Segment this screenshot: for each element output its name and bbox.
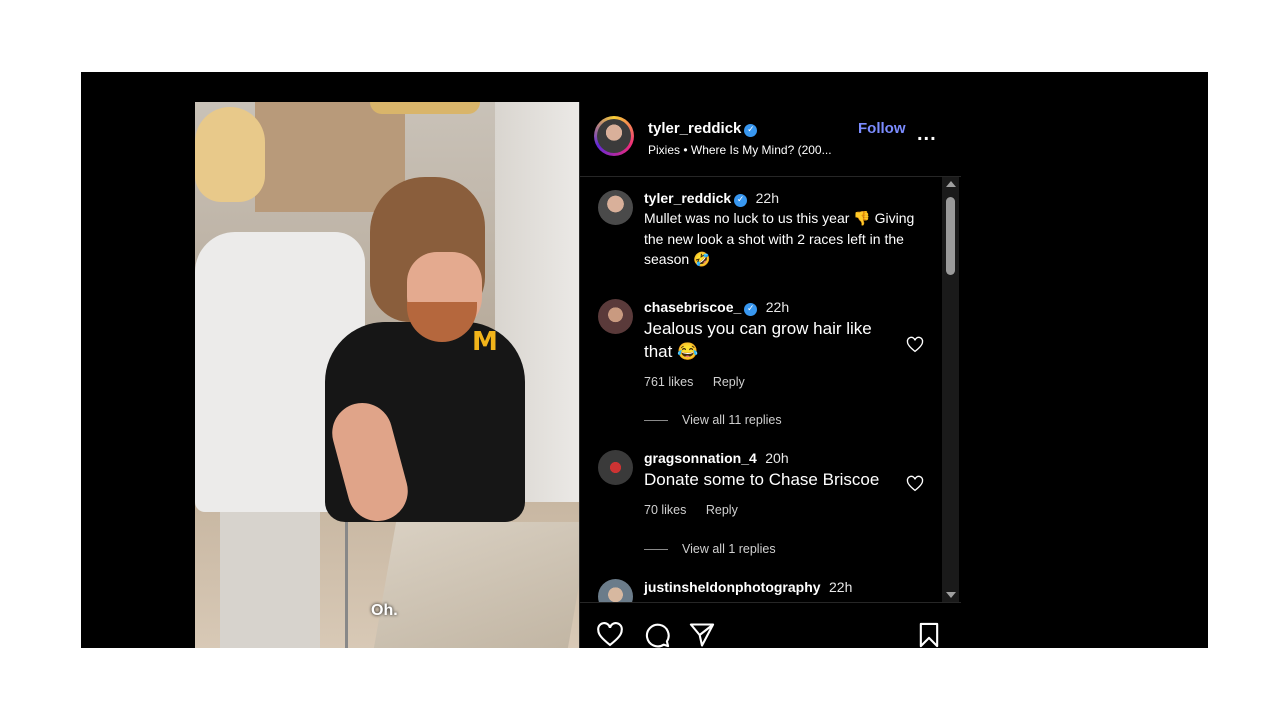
avatar[interactable] [594,116,634,156]
avatar[interactable] [598,579,633,602]
heart-icon[interactable] [906,475,924,493]
comment-username[interactable]: chasebriscoe_ [644,299,741,315]
post-modal: M Oh. tyler_reddick ✓ Pixies • Where Is M… [195,102,961,648]
comment-username[interactable]: justinsheldonphotography [644,579,821,595]
avatar[interactable] [598,450,633,485]
post-video[interactable]: M Oh. [195,102,579,648]
comment-text: Jealous you can grow hair like that 😂 [644,319,872,361]
comment-likes[interactable]: 70 likes [644,503,686,517]
post-header: tyler_reddick ✓ Pixies • Where Is My Mind… [580,102,961,177]
avatar[interactable] [598,190,633,225]
avatar[interactable] [598,299,633,334]
reply-button[interactable]: Reply [713,375,745,389]
comment-username[interactable]: tyler_reddick [644,190,731,206]
author-username[interactable]: tyler_reddick ✓ [648,120,758,137]
comments-list[interactable]: tyler_reddick ✓ 22h Mullet was no luck to… [580,177,940,602]
scroll-up-icon[interactable] [946,181,956,187]
heart-icon[interactable] [596,621,624,649]
audio-track[interactable]: Pixies • Where Is My Mind? (200... [648,143,832,157]
video-caption: Oh. [371,602,398,619]
comment-text: Donate some to Chase Briscoe [644,470,880,489]
comment-username[interactable]: gragsonnation_4 [644,450,757,466]
bookmark-icon[interactable] [915,621,943,649]
verified-icon: ✓ [734,194,748,207]
comment-time: 20h [765,450,789,466]
shirt-logo: M [472,327,498,357]
comments-scrollbar[interactable] [942,177,959,602]
view-replies-button[interactable]: View all 11 replies [644,413,782,427]
more-options-icon[interactable]: ... [917,123,937,146]
comment-time: 22h [765,299,790,315]
post-panel: tyler_reddick ✓ Pixies • Where Is My Mind… [579,102,961,648]
reply-button[interactable]: Reply [706,503,738,517]
verified-icon: ✓ [744,303,758,316]
comment-likes[interactable]: 761 likes [644,375,693,389]
verified-icon: ✓ [744,124,758,137]
scroll-down-icon[interactable] [946,592,956,598]
comment-time: 22h [829,579,853,595]
view-replies-button[interactable]: View all 1 replies [644,542,776,556]
action-bar [580,602,961,649]
comment-time: 22h [755,190,779,206]
comment-icon[interactable] [643,621,671,649]
scrollbar-thumb[interactable] [946,197,955,275]
follow-button[interactable]: Follow [858,120,906,137]
send-icon[interactable] [688,621,716,649]
comment-text: Mullet was no luck to us this year 👎 Giv… [644,210,915,267]
heart-icon[interactable] [906,336,924,354]
